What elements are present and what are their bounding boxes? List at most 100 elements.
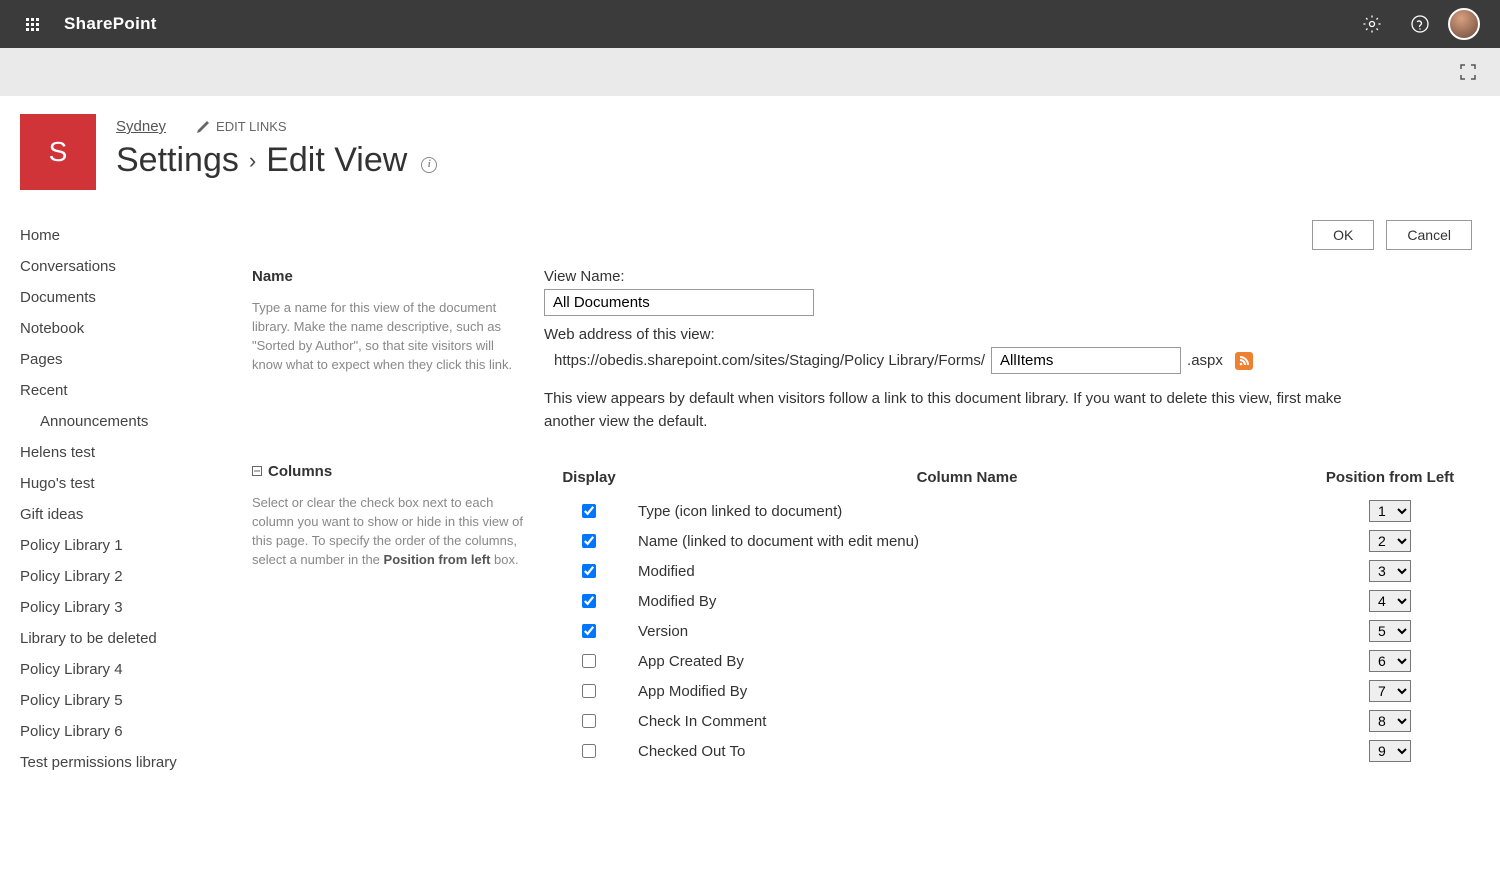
info-icon[interactable]: i <box>421 157 437 173</box>
edit-links-label: EDIT LINKS <box>216 119 287 134</box>
column-name-cell: Checked Out To <box>634 736 1300 766</box>
app-launcher-button[interactable] <box>8 0 56 48</box>
display-checkbox[interactable] <box>582 744 596 758</box>
nav-item[interactable]: Conversations <box>20 251 252 282</box>
column-name-cell: Type (icon linked to document) <box>634 496 1300 526</box>
column-row: Modified 3 <box>544 556 1480 586</box>
command-band <box>0 48 1500 96</box>
url-suffix: .aspx <box>1187 352 1223 369</box>
top-bar: SharePoint <box>0 0 1500 48</box>
column-row: App Created By 6 <box>544 646 1480 676</box>
nav-item[interactable]: Recent <box>20 375 252 406</box>
page-title-settings[interactable]: Settings <box>116 141 239 180</box>
nav-item[interactable]: Library to be deleted <box>20 623 252 654</box>
nav-item[interactable]: Policy Library 5 <box>20 685 252 716</box>
column-row: Checked Out To 9 <box>544 736 1480 766</box>
nav-item[interactable]: Policy Library 4 <box>20 654 252 685</box>
th-display: Display <box>544 463 634 496</box>
rss-icon[interactable] <box>1235 352 1253 370</box>
nav-item[interactable]: Gift ideas <box>20 499 252 530</box>
site-name-link[interactable]: Sydney <box>116 118 166 135</box>
pencil-icon <box>196 120 210 134</box>
nav-item[interactable]: Documents <box>20 282 252 313</box>
column-name-cell: Version <box>634 616 1300 646</box>
column-name-cell: App Modified By <box>634 676 1300 706</box>
display-checkbox[interactable] <box>582 594 596 608</box>
help-button[interactable] <box>1400 4 1440 44</box>
column-name-cell: Modified <box>634 556 1300 586</box>
fullscreen-icon <box>1459 63 1477 81</box>
url-input[interactable] <box>991 347 1181 374</box>
display-checkbox[interactable] <box>582 504 596 518</box>
focus-content-button[interactable] <box>1452 56 1484 88</box>
position-select[interactable]: 2 <box>1369 530 1411 552</box>
display-checkbox[interactable] <box>582 624 596 638</box>
th-position: Position from Left <box>1300 463 1480 496</box>
column-name-cell: Modified By <box>634 586 1300 616</box>
action-buttons: OK Cancel <box>252 220 1480 250</box>
nav-item[interactable]: Policy Library 2 <box>20 561 252 592</box>
page-header: S Sydney EDIT LINKS Settings › Edit View… <box>0 96 1500 200</box>
position-select[interactable]: 9 <box>1369 740 1411 762</box>
nav-item[interactable]: Helens test <box>20 437 252 468</box>
nav-item[interactable]: Notebook <box>20 313 252 344</box>
column-row: Type (icon linked to document) 1 <box>544 496 1480 526</box>
section-name: Name Type a name for this view of the do… <box>252 268 1480 433</box>
column-row: Name (linked to document with edit menu)… <box>544 526 1480 556</box>
web-address-label: Web address of this view: <box>544 326 1480 343</box>
columns-table: Display Column Name Position from Left T… <box>544 463 1480 766</box>
position-select[interactable]: 4 <box>1369 590 1411 612</box>
nav-item[interactable]: Pages <box>20 344 252 375</box>
site-tile[interactable]: S <box>20 114 96 190</box>
nav-item[interactable]: Announcements <box>20 406 252 437</box>
section-name-heading: Name <box>252 268 524 285</box>
ok-button[interactable]: OK <box>1312 220 1374 250</box>
display-checkbox[interactable] <box>582 714 596 728</box>
waffle-icon <box>26 18 39 31</box>
user-avatar[interactable] <box>1448 8 1480 40</box>
display-checkbox[interactable] <box>582 654 596 668</box>
page-title-current: Edit View <box>266 141 407 180</box>
default-view-note: This view appears by default when visito… <box>544 388 1384 433</box>
view-name-label: View Name: <box>544 268 1480 285</box>
section-columns-desc: Select or clear the check box next to ea… <box>252 494 524 569</box>
column-row: Version 5 <box>544 616 1480 646</box>
gear-icon <box>1362 14 1382 34</box>
collapse-icon[interactable] <box>252 466 262 476</box>
nav-item[interactable]: Policy Library 3 <box>20 592 252 623</box>
column-name-cell: Check In Comment <box>634 706 1300 736</box>
nav-item[interactable]: Home <box>20 220 252 251</box>
column-name-cell: Name (linked to document with edit menu) <box>634 526 1300 556</box>
settings-button[interactable] <box>1352 4 1392 44</box>
position-select[interactable]: 1 <box>1369 500 1411 522</box>
display-checkbox[interactable] <box>582 684 596 698</box>
position-select[interactable]: 6 <box>1369 650 1411 672</box>
page-title-row: Settings › Edit View i <box>116 141 437 180</box>
position-select[interactable]: 7 <box>1369 680 1411 702</box>
section-columns-heading: Columns <box>252 463 524 480</box>
position-select[interactable]: 3 <box>1369 560 1411 582</box>
edit-links-button[interactable]: EDIT LINKS <box>196 119 287 134</box>
position-select[interactable]: 8 <box>1369 710 1411 732</box>
th-column-name: Column Name <box>634 463 1300 496</box>
cancel-button[interactable]: Cancel <box>1386 220 1472 250</box>
column-name-cell: App Created By <box>634 646 1300 676</box>
column-row: Check In Comment 8 <box>544 706 1480 736</box>
url-prefix: https://obedis.sharepoint.com/sites/Stag… <box>554 352 985 369</box>
column-row: App Modified By 7 <box>544 676 1480 706</box>
display-checkbox[interactable] <box>582 534 596 548</box>
nav-item[interactable]: Policy Library 6 <box>20 716 252 747</box>
section-columns: Columns Select or clear the check box ne… <box>252 463 1480 766</box>
app-name: SharePoint <box>64 14 157 34</box>
nav-item[interactable]: Test permissions library <box>20 747 252 778</box>
nav-item[interactable]: Hugo's test <box>20 468 252 499</box>
display-checkbox[interactable] <box>582 564 596 578</box>
help-icon <box>1410 14 1430 34</box>
left-nav: HomeConversationsDocumentsNotebookPagesR… <box>20 220 252 796</box>
position-select[interactable]: 5 <box>1369 620 1411 642</box>
breadcrumb-chevron-icon: › <box>249 148 256 174</box>
nav-item[interactable]: Policy Library 1 <box>20 530 252 561</box>
column-row: Modified By 4 <box>544 586 1480 616</box>
view-name-input[interactable] <box>544 289 814 316</box>
section-name-desc: Type a name for this view of the documen… <box>252 299 524 374</box>
